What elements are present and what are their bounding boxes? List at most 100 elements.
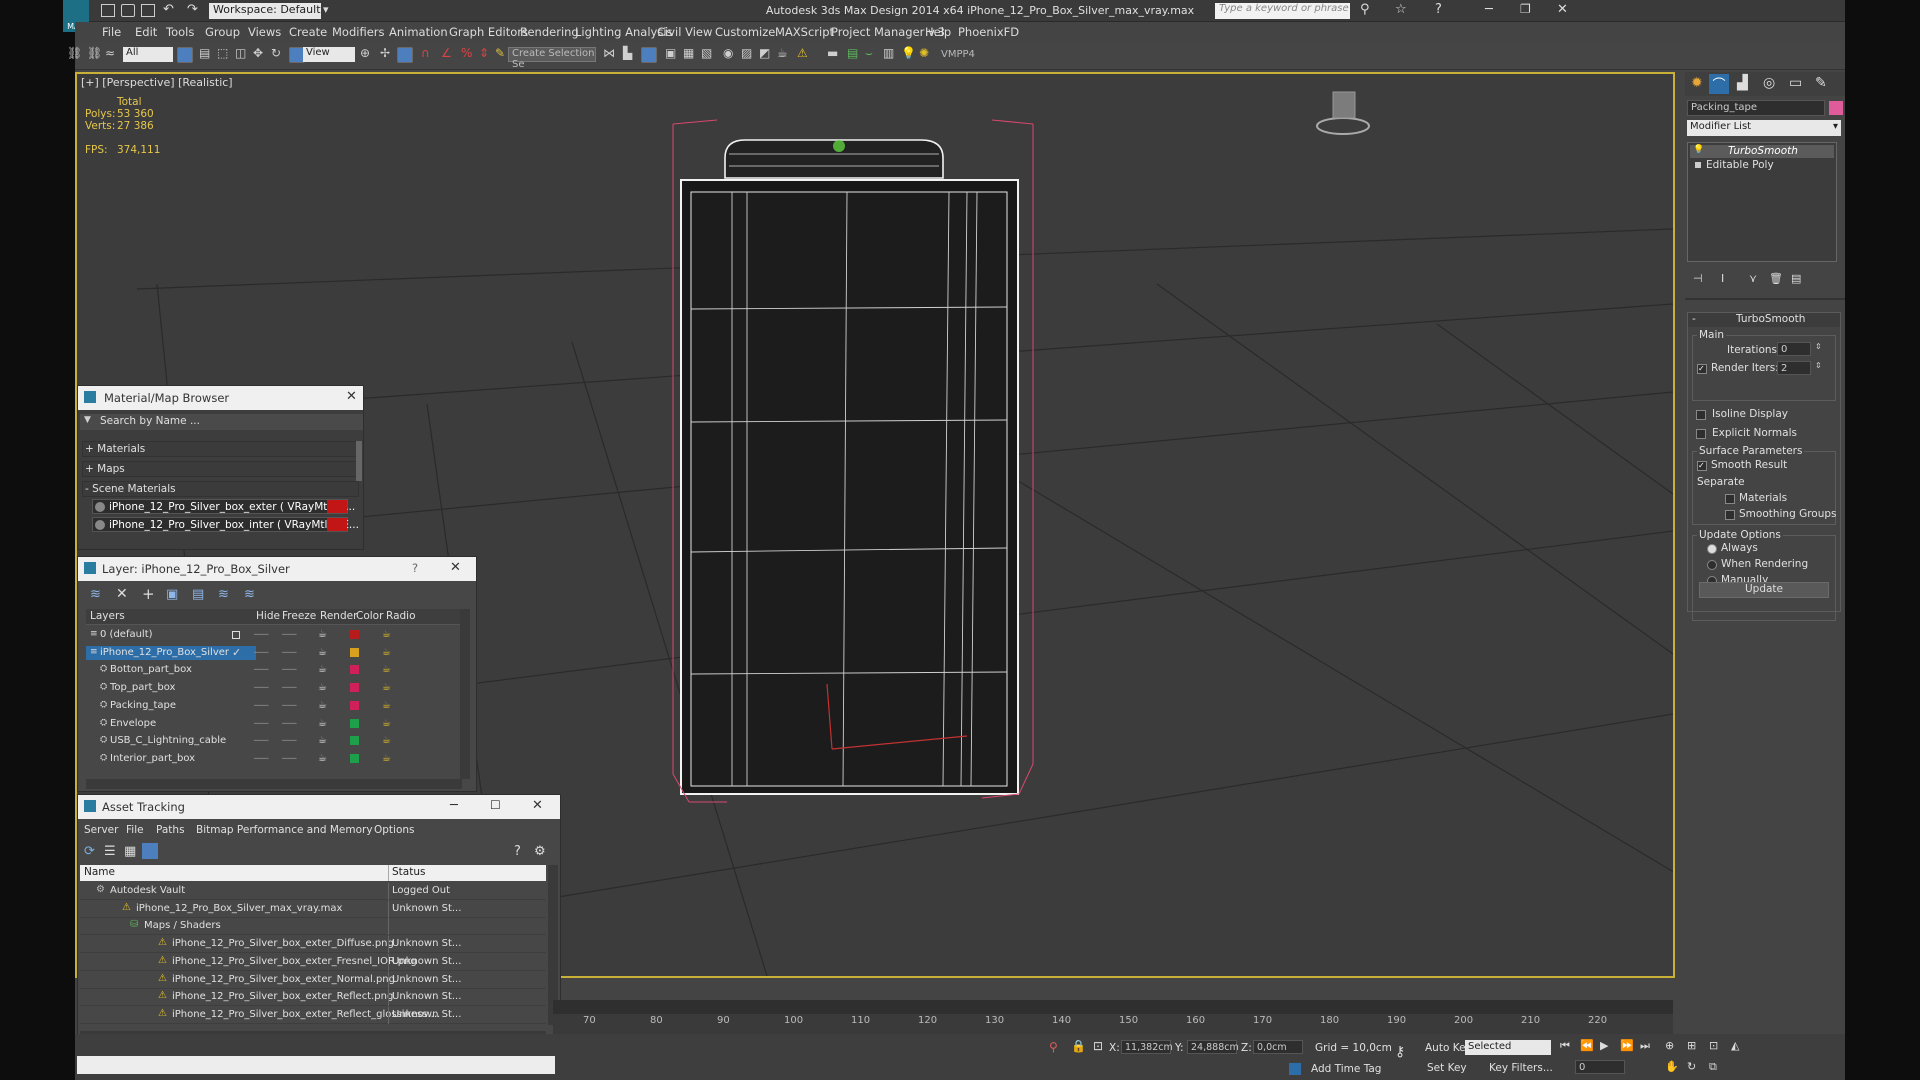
unlink-icon[interactable]: ⛓: [87, 46, 102, 60]
material-browser-scrollbar[interactable]: [356, 441, 362, 481]
field-of-view-icon[interactable]: ◭: [1731, 1039, 1739, 1052]
pan-view-icon[interactable]: ✋: [1665, 1060, 1679, 1073]
radiosity-icon[interactable]: ☕: [382, 682, 391, 693]
hide-toggle[interactable]: ───: [254, 683, 268, 692]
rect-selection-icon[interactable]: ⬚: [217, 46, 228, 60]
minimize-icon[interactable]: ─: [1485, 2, 1493, 17]
iterations-spinner[interactable]: ⇕: [1815, 342, 1822, 351]
viewcube-icon[interactable]: [1316, 91, 1370, 135]
render-teapot-icon[interactable]: ☕: [318, 753, 327, 764]
menu-graph-editors[interactable]: Graph Editors: [449, 25, 528, 39]
minimize-icon[interactable]: ─: [450, 798, 458, 813]
reference-coordinate-dropdown[interactable]: View: [303, 47, 355, 62]
list-view-icon[interactable]: ☰: [104, 844, 116, 859]
named-selection-sets-dropdown[interactable]: Create Selection Se: [508, 47, 596, 70]
link-icon[interactable]: ⛓: [67, 46, 82, 60]
column-status[interactable]: Status: [392, 866, 425, 878]
warning-icon[interactable]: ⚠: [797, 46, 808, 60]
layer-color-swatch[interactable]: [350, 630, 359, 639]
radiosity-icon[interactable]: ☕: [382, 629, 391, 640]
explicit-normals-checkbox[interactable]: [1696, 429, 1706, 439]
orbit-icon[interactable]: ↻: [1687, 1060, 1696, 1073]
lightbulb-icon[interactable]: 💡: [1693, 145, 1704, 155]
x-coordinate-field[interactable]: 11,382cm: [1121, 1040, 1173, 1054]
menu-group[interactable]: Group: [205, 25, 240, 39]
schematic-view-icon[interactable]: ▧: [701, 46, 712, 60]
layer-color-swatch[interactable]: [350, 647, 359, 657]
material-search-input[interactable]: ▼ Search by Name ...: [80, 414, 363, 430]
select-move-icon[interactable]: ✥: [253, 46, 263, 60]
smooth-result-checkbox[interactable]: ✓: [1697, 461, 1707, 471]
scene-materials-group[interactable]: - Scene Materials: [82, 481, 359, 497]
column-radiosity[interactable]: Radio: [386, 610, 416, 622]
render-teapot-icon[interactable]: ☕: [318, 718, 327, 729]
pin-stack-icon[interactable]: ⊣: [1693, 272, 1703, 285]
layer-row[interactable]: ⛭ Top_part_box ─── ─── ☕ ☕: [86, 680, 456, 697]
iterations-field[interactable]: 0: [1777, 342, 1811, 356]
spinner-snap-icon[interactable]: ⇕: [479, 46, 489, 60]
freeze-toggle[interactable]: ───: [282, 683, 296, 692]
remove-modifier-icon[interactable]: 🗑: [1769, 272, 1783, 285]
next-frame-icon[interactable]: ⏩: [1620, 1039, 1634, 1052]
vmpp-label[interactable]: VMPP4: [941, 49, 975, 60]
hide-toggle[interactable]: ───: [254, 754, 268, 763]
close-icon[interactable]: ✕: [532, 798, 543, 813]
asset-menu-bitmap[interactable]: Bitmap Performance and Memory: [196, 824, 373, 836]
box-wireframe[interactable]: [672, 119, 1034, 803]
absolute-mode-icon[interactable]: ⊡: [1093, 1039, 1103, 1053]
utilities-tab-icon[interactable]: ✎: [1815, 75, 1827, 91]
expand-icon[interactable]: [1695, 162, 1701, 168]
close-icon[interactable]: ✕: [1557, 2, 1568, 17]
hide-toggle[interactable]: ───: [254, 701, 268, 710]
asset-row[interactable]: ⛁ Maps / Shaders: [80, 918, 546, 936]
asset-menu-server[interactable]: Server: [84, 824, 118, 836]
layer-row[interactable]: ⛭ USB_C_Lightning_cable ─── ─── ☕ ☕: [86, 733, 456, 750]
favorite-icon[interactable]: ☆: [1395, 2, 1407, 17]
maps-group[interactable]: + Maps: [82, 461, 359, 477]
layer-row[interactable]: ⛭ Envelope ─── ─── ☕ ☕: [86, 716, 456, 733]
percent-snap-icon[interactable]: %: [461, 46, 472, 60]
render-teapot-icon[interactable]: ☕: [318, 629, 327, 640]
settings-icon[interactable]: ⚙: [534, 844, 546, 859]
menu-phoenixfd[interactable]: PhoenixFD: [958, 25, 1019, 39]
maximize-viewport-icon[interactable]: ⧉: [1709, 1060, 1717, 1074]
layer-color-swatch[interactable]: [350, 665, 359, 675]
delete-layer-icon[interactable]: ✕: [116, 586, 128, 602]
column-freeze[interactable]: Freeze: [282, 610, 316, 622]
render-teapot-icon[interactable]: ☕: [318, 682, 327, 693]
menu-views[interactable]: Views: [248, 25, 281, 39]
menu-edit[interactable]: Edit: [135, 25, 157, 39]
column-layers[interactable]: Layers: [90, 610, 125, 622]
configure-modifier-sets-icon[interactable]: ▤: [1791, 272, 1801, 285]
timeline[interactable]: 70 80 90 100 110 120 130 140 150 160 170 180 190 200 2…: [553, 1000, 1673, 1034]
object-name-field[interactable]: Packing_tape: [1687, 100, 1825, 116]
set-key-icon[interactable]: ⚷: [1395, 1044, 1405, 1060]
column-render[interactable]: Render: [320, 610, 357, 622]
window-crossing-icon[interactable]: ◫: [235, 46, 246, 60]
menu-animation[interactable]: Animation: [389, 25, 448, 39]
highlight-selected-icon[interactable]: ▤: [192, 587, 204, 602]
manipulate-icon[interactable]: ✢: [380, 46, 390, 60]
radiosity-icon[interactable]: ☕: [382, 647, 391, 658]
material-item-inter[interactable]: iPhone_12_Pro_Silver_box_inter ( VRayMtl…: [92, 517, 359, 532]
previous-frame-icon[interactable]: ⏪: [1580, 1039, 1594, 1052]
zoom-icon[interactable]: ⊕: [1665, 1039, 1674, 1052]
isoline-display-checkbox[interactable]: [1696, 410, 1706, 420]
maximize-icon[interactable]: ❐: [1520, 2, 1531, 16]
hide-toggle[interactable]: ───: [254, 648, 268, 657]
render-teapot-icon[interactable]: ☕: [318, 664, 327, 675]
freeze-toggle[interactable]: ───: [282, 701, 296, 710]
update-when-rendering-radio[interactable]: [1707, 560, 1717, 570]
mirror-icon[interactable]: ⋈: [603, 46, 615, 60]
bind-space-warp-icon[interactable]: ≈: [105, 46, 115, 60]
layer-color-swatch[interactable]: [350, 718, 359, 728]
chevron-down-icon[interactable]: ▼: [84, 415, 91, 425]
zoom-extents-icon[interactable]: ⊡: [1709, 1039, 1718, 1052]
rendered-frame-icon[interactable]: ◩: [759, 46, 770, 60]
refresh-icon[interactable]: ⟳: [84, 844, 95, 859]
layer-color-swatch[interactable]: [350, 683, 359, 693]
search-input[interactable]: Type a keyword or phrase: [1215, 3, 1350, 19]
freeze-toggle[interactable]: ───: [282, 719, 296, 728]
display-tab-icon[interactable]: ▭: [1789, 75, 1802, 91]
binoculars-icon[interactable]: ⚲: [1360, 2, 1370, 17]
